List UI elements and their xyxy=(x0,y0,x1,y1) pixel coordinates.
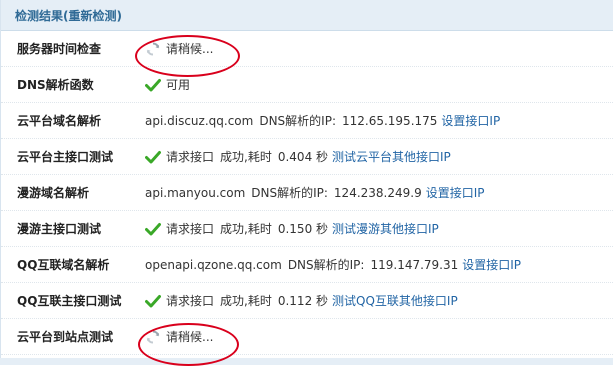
time-text: 0.112 秒 xyxy=(277,294,329,308)
ip-text: 119.147.79.31 xyxy=(370,257,459,272)
row-label: QQ互联域名解析 xyxy=(17,258,110,272)
row-qq-domain: QQ互联域名解析 openapi.qzone.qq.com DNS解析的IP: … xyxy=(1,247,613,283)
row-value: 请求接口 成功,耗时 0.112 秒 测试QQ互联其他接口IP xyxy=(145,292,458,309)
row-value: 请稍候... xyxy=(145,328,213,345)
result-text: 成功,耗时 xyxy=(220,222,272,236)
loading-spinner-icon xyxy=(146,41,160,56)
row-label: 云平台到站点测试 xyxy=(17,330,114,344)
check-icon xyxy=(145,150,161,163)
domain-text: api.discuz.qq.com xyxy=(145,113,254,128)
check-results-panel: 检测结果 (重新检测) 服务器时间检查 请稍候... DNS解析函数 可用 云平… xyxy=(0,0,613,365)
resolve-text: DNS解析的IP: xyxy=(251,186,328,200)
row-dns-function: DNS解析函数 可用 xyxy=(1,67,613,103)
ip-text: 124.238.249.9 xyxy=(333,185,422,200)
row-value: openapi.qzone.qq.com DNS解析的IP: 119.147.7… xyxy=(145,256,521,273)
test-other-ip-link[interactable]: 测试云平台其他接口IP xyxy=(332,148,451,165)
time-text: 0.404 秒 xyxy=(277,150,329,164)
row-qq-api-test: QQ互联主接口测试 请求接口 成功,耗时 0.112 秒 测试QQ互联其他接口I… xyxy=(1,283,613,319)
check-icon xyxy=(145,78,161,91)
row-value: 可用 xyxy=(145,76,190,93)
retest-link[interactable]: (重新检测) xyxy=(63,7,122,24)
status-text: 请稍候... xyxy=(166,42,214,56)
test-other-ip-link[interactable]: 测试漫游其他接口IP xyxy=(332,220,439,237)
request-text: 请求接口 xyxy=(166,150,215,164)
request-text: 请求接口 xyxy=(166,294,215,308)
set-ip-link[interactable]: 设置接口IP xyxy=(426,184,485,201)
row-label: 服务器时间检查 xyxy=(17,42,102,56)
row-label: 云平台主接口测试 xyxy=(17,150,114,164)
result-text: 成功,耗时 xyxy=(220,150,272,164)
row-value: api.manyou.com DNS解析的IP: 124.238.249.9 设… xyxy=(145,184,485,201)
set-ip-link[interactable]: 设置接口IP xyxy=(441,112,500,129)
row-value: 请求接口 成功,耗时 0.404 秒 测试云平台其他接口IP xyxy=(145,148,451,165)
row-cloud-api-test: 云平台主接口测试 请求接口 成功,耗时 0.404 秒 测试云平台其他接口IP xyxy=(1,139,613,175)
status-text: 请稍候... xyxy=(166,330,214,344)
row-value: 请稍候... xyxy=(145,40,213,57)
status-text: 可用 xyxy=(166,78,191,92)
loading-spinner-icon xyxy=(146,329,160,344)
test-other-ip-link[interactable]: 测试QQ互联其他接口IP xyxy=(332,292,458,309)
check-icon xyxy=(145,294,161,307)
panel-title: 检测结果 xyxy=(15,8,64,23)
set-ip-link[interactable]: 设置接口IP xyxy=(462,256,521,273)
row-value: 请求接口 成功,耗时 0.150 秒 测试漫游其他接口IP xyxy=(145,220,439,237)
row-manyou-domain: 漫游域名解析 api.manyou.com DNS解析的IP: 124.238.… xyxy=(1,175,613,211)
resolve-text: DNS解析的IP: xyxy=(287,258,365,272)
row-label: 漫游主接口测试 xyxy=(17,222,102,236)
row-label: 漫游域名解析 xyxy=(17,186,90,200)
result-text: 成功,耗时 xyxy=(220,294,272,308)
request-text: 请求接口 xyxy=(166,222,215,236)
footer-strip xyxy=(0,358,613,365)
row-cloud-to-site: 云平台到站点测试 请稍候... xyxy=(1,319,613,355)
domain-text: api.manyou.com xyxy=(145,185,246,200)
ip-text: 112.65.195.175 xyxy=(341,113,438,128)
row-label: 云平台域名解析 xyxy=(17,114,102,128)
domain-text: openapi.qzone.qq.com xyxy=(145,257,282,272)
row-label: DNS解析函数 xyxy=(17,78,94,92)
check-icon xyxy=(145,222,161,235)
row-label: QQ互联主接口测试 xyxy=(17,294,122,308)
panel-header: 检测结果 (重新检测) xyxy=(1,0,613,31)
row-value: api.discuz.qq.com DNS解析的IP: 112.65.195.1… xyxy=(145,112,500,129)
row-server-time: 服务器时间检查 请稍候... xyxy=(1,31,613,67)
row-cloud-domain: 云平台域名解析 api.discuz.qq.com DNS解析的IP: 112.… xyxy=(1,103,613,139)
time-text: 0.150 秒 xyxy=(277,222,329,236)
row-manyou-api-test: 漫游主接口测试 请求接口 成功,耗时 0.150 秒 测试漫游其他接口IP xyxy=(1,211,613,247)
resolve-text: DNS解析的IP: xyxy=(259,114,336,128)
